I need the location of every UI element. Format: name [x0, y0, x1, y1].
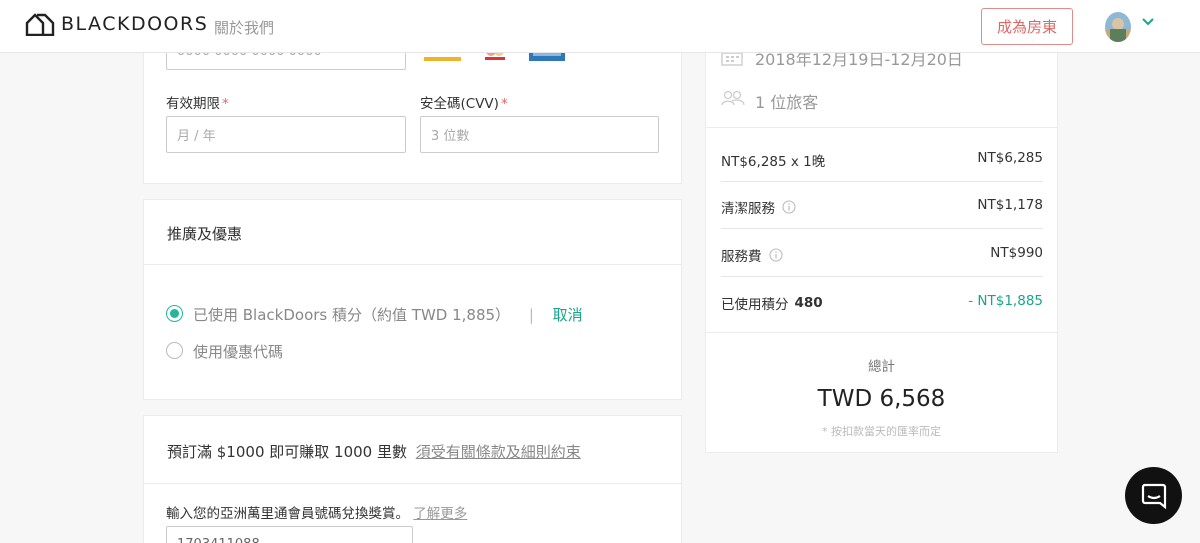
chat-button[interactable]: [1125, 467, 1182, 524]
divider: [706, 127, 1057, 128]
nav-about-link[interactable]: 關於我們: [214, 17, 274, 38]
cancel-points-link[interactable]: 取消: [553, 306, 583, 324]
top-navbar: BLACKDOORS 關於我們 成為房東: [0, 0, 1200, 53]
miles-title: 預訂滿 $1000 即可賺取 1000 里數 須受有關條款及細則約束: [167, 443, 581, 461]
cvv-input[interactable]: 3 位數: [420, 116, 659, 153]
divider: [144, 483, 681, 484]
cvv-label: 安全碼(CVV) *: [420, 96, 508, 112]
info-icon[interactable]: [782, 200, 796, 214]
price-row-nightly: NT$6,285 x 1晚 NT$6,285: [721, 135, 1043, 182]
points-option-text: 已使用 BlackDoors 積分（約值 TWD 1,885） | 取消: [193, 306, 583, 324]
expiry-input[interactable]: 月 / 年: [166, 116, 406, 153]
divider: [144, 264, 681, 265]
expiry-label: 有效期限 *: [166, 96, 229, 112]
price-row-cleaning: 清潔服務 NT$1,178: [721, 182, 1043, 229]
logo-house-icon: [25, 13, 55, 36]
total-value: TWD 6,568: [817, 386, 946, 412]
price-row-service-fee: 服務費 NT$990: [721, 230, 1043, 277]
total-label: 總計: [868, 359, 895, 375]
exchange-rate-note: * 按扣款當天的匯率而定: [822, 425, 941, 438]
points-radio[interactable]: [166, 305, 183, 322]
miles-card: 預訂滿 $1000 即可賺取 1000 里數 須受有關條款及細則約束 輸入您的亞…: [143, 415, 682, 543]
payment-card: 0000 0000 0000 0000 有效期限* 月 / 年 安全碼(CVV)…: [143, 30, 682, 184]
promo-card: 推廣及優惠 已使用 BlackDoors 積分（約值 TWD 1,885） | …: [143, 199, 682, 400]
price-summary-card: 2018年12月19日-12月20日 1 位旅客 NT$6,285 x 1晚 N…: [705, 30, 1058, 453]
become-host-button[interactable]: 成為房東: [981, 8, 1073, 45]
divider: [706, 332, 1057, 333]
chevron-down-icon[interactable]: [1140, 14, 1156, 30]
promo-title: 推廣及優惠: [167, 225, 243, 243]
logo[interactable]: BLACKDOORS: [25, 12, 208, 36]
terms-link[interactable]: 須受有關條款及細則約束: [416, 443, 581, 461]
learn-more-link[interactable]: 了解更多: [413, 506, 467, 522]
member-number-input[interactable]: 1703411088: [166, 526, 413, 543]
chat-icon: [1141, 483, 1166, 509]
avatar[interactable]: [1105, 12, 1131, 42]
coupon-radio[interactable]: [166, 342, 183, 359]
guest-count: 1 位旅客: [755, 93, 819, 112]
price-row-points: 已使用積分 480 - NT$1,885: [721, 293, 1043, 313]
member-number-label: 輸入您的亞洲萬里通會員號碼兌換獎賞。 了解更多: [166, 506, 468, 522]
info-icon[interactable]: [768, 248, 783, 262]
guests-icon: [721, 90, 745, 106]
coupon-option-text[interactable]: 使用優惠代碼: [193, 341, 283, 362]
logo-text: BLACKDOORS: [61, 13, 209, 35]
